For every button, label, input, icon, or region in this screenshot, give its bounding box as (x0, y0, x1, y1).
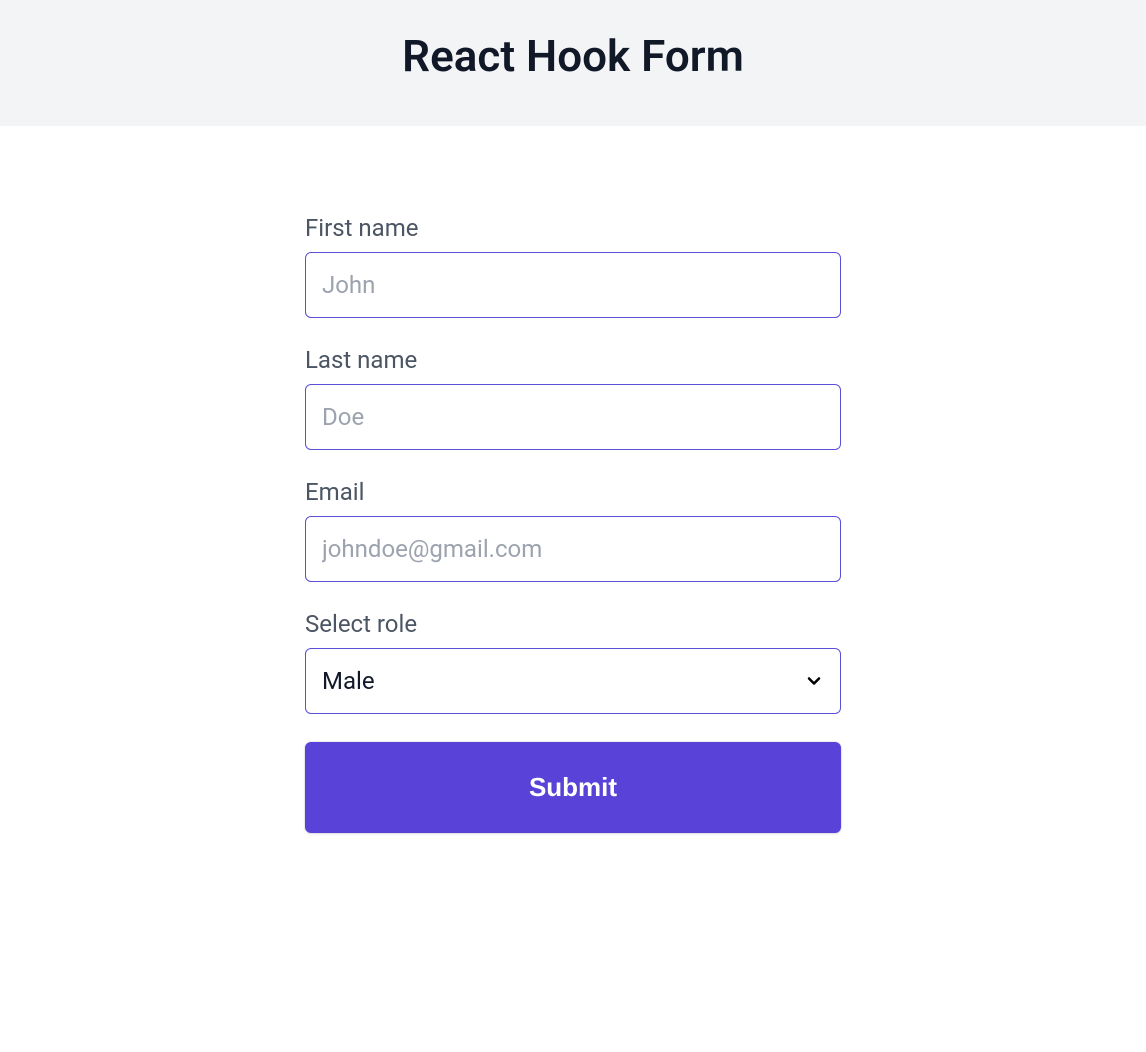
role-field-group: Select role Male (305, 610, 841, 714)
first-name-label: First name (305, 214, 841, 242)
role-select[interactable]: Male (305, 648, 841, 714)
email-field-group: Email (305, 478, 841, 582)
form-container: First name Last name Email Select role M… (285, 214, 861, 833)
email-label: Email (305, 478, 841, 506)
role-label: Select role (305, 610, 841, 638)
email-input[interactable] (305, 516, 841, 582)
submit-button[interactable]: Submit (305, 742, 841, 833)
signup-form: First name Last name Email Select role M… (305, 214, 841, 833)
first-name-field-group: First name (305, 214, 841, 318)
last-name-label: Last name (305, 346, 841, 374)
submit-row: Submit (305, 742, 841, 833)
last-name-input[interactable] (305, 384, 841, 450)
page-title: React Hook Form (0, 30, 1146, 82)
first-name-input[interactable] (305, 252, 841, 318)
last-name-field-group: Last name (305, 346, 841, 450)
page-header: React Hook Form (0, 0, 1146, 126)
